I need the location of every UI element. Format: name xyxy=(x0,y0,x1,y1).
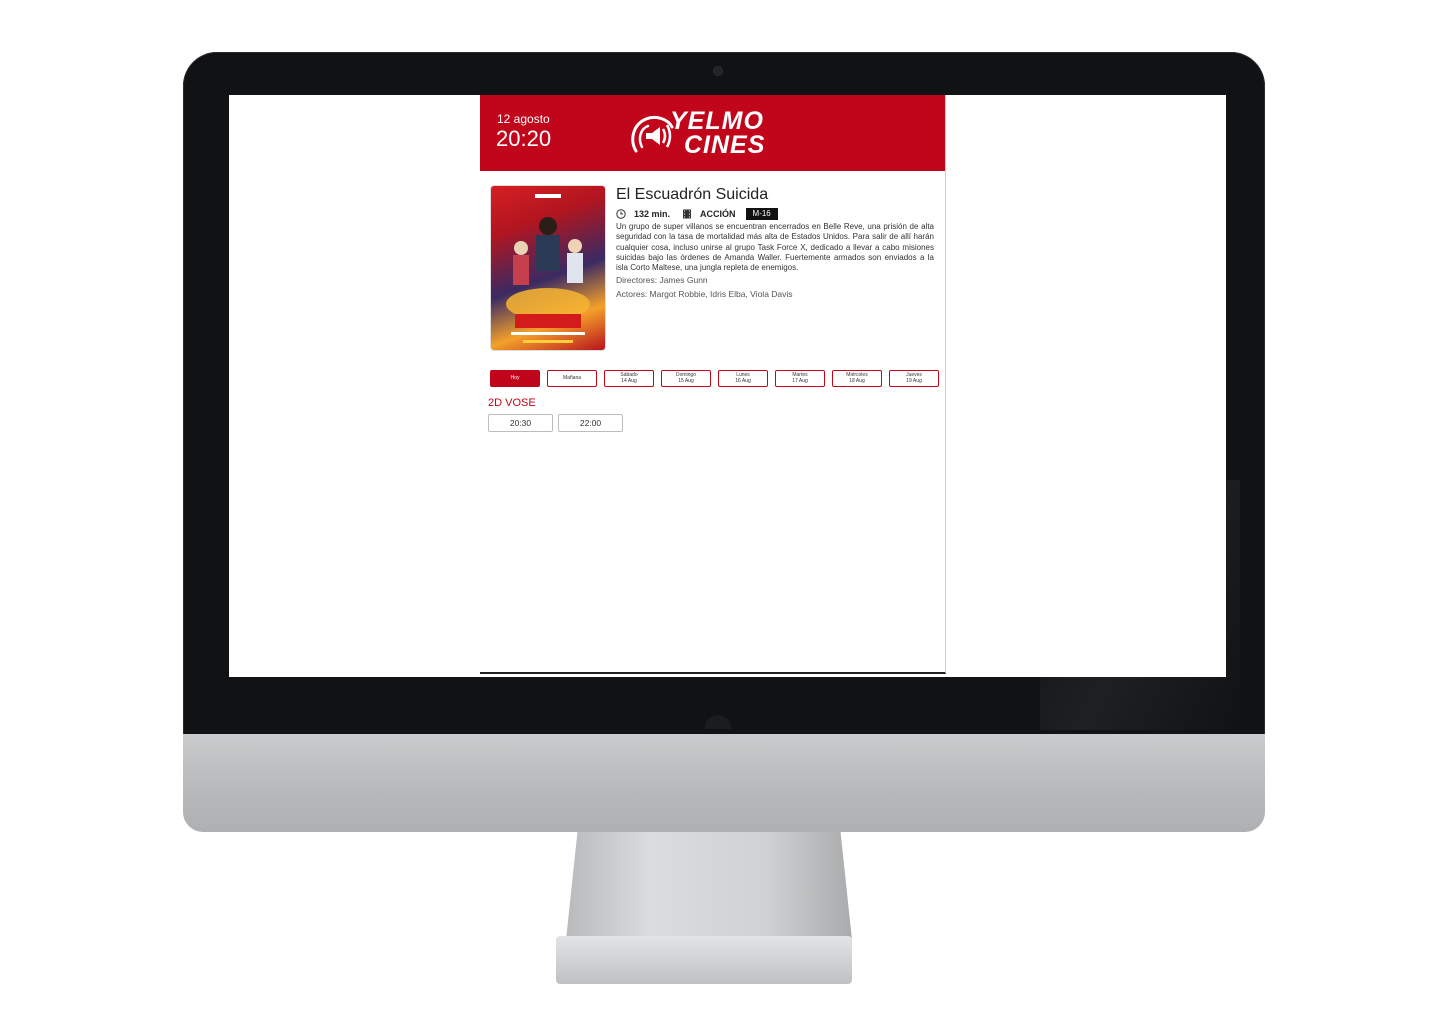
monitor-base xyxy=(556,936,852,984)
day-tab-hoy[interactable]: Hoy xyxy=(490,370,540,387)
day-tab-domingo[interactable]: Domingo 15 Aug xyxy=(661,370,711,387)
session-time-button[interactable]: 22:00 xyxy=(558,414,623,432)
day-selector: Hoy Mañana Sábado 14 Aug Domingo 15 Aug … xyxy=(490,370,942,388)
day-tab-martes[interactable]: Martes 17 Aug xyxy=(775,370,825,387)
movie-duration: 132 min. xyxy=(634,209,671,219)
movie-meta: 132 min. ACCIÓN M-16 xyxy=(616,208,778,220)
movie-title: El Escuadrón Suicida xyxy=(616,186,769,203)
monitor-chin xyxy=(183,734,1265,832)
session-time-button[interactable]: 20:30 xyxy=(488,414,553,432)
age-rating-badge: M-16 xyxy=(745,208,778,220)
header-time: 20:20 xyxy=(496,126,552,151)
day-tab-miercoles[interactable]: Miércoles 18 Aug xyxy=(832,370,882,387)
clock-icon xyxy=(616,209,626,219)
day-tab-sabado[interactable]: Sábado 14 Aug xyxy=(604,370,654,387)
format-label: 2D VOSE xyxy=(488,397,536,409)
movie-genre: ACCIÓN xyxy=(700,209,736,219)
movie-poster-image xyxy=(491,186,605,350)
app-header: 12 agosto 20:20 YELMO CINES xyxy=(480,95,945,171)
film-icon xyxy=(683,209,692,219)
screen: 12 agosto 20:20 YELMO CINES El Escuadrón… xyxy=(229,95,1226,677)
day-tab-lunes[interactable]: Lunes 16 Aug xyxy=(718,370,768,387)
day-tab-manana[interactable]: Mañana xyxy=(547,370,597,387)
movie-directors: Directores: James Gunn xyxy=(616,275,708,285)
movie-synopsis: Un grupo de super villanos se encuentran… xyxy=(616,222,934,273)
brand-logo: YELMO CINES xyxy=(628,107,808,161)
day-tab-jueves[interactable]: Jueves 19 Aug xyxy=(889,370,939,387)
monitor-stand xyxy=(566,832,852,940)
movie-actors: Actores: Margot Robbie, Idris Elba, Viol… xyxy=(616,289,793,299)
header-date: 12 agosto xyxy=(497,112,550,126)
poster-art-icon xyxy=(506,194,590,343)
brand-text-cines: CINES xyxy=(684,131,766,159)
camera-dot xyxy=(714,67,722,75)
cinema-app: 12 agosto 20:20 YELMO CINES El Escuadrón… xyxy=(480,95,946,674)
